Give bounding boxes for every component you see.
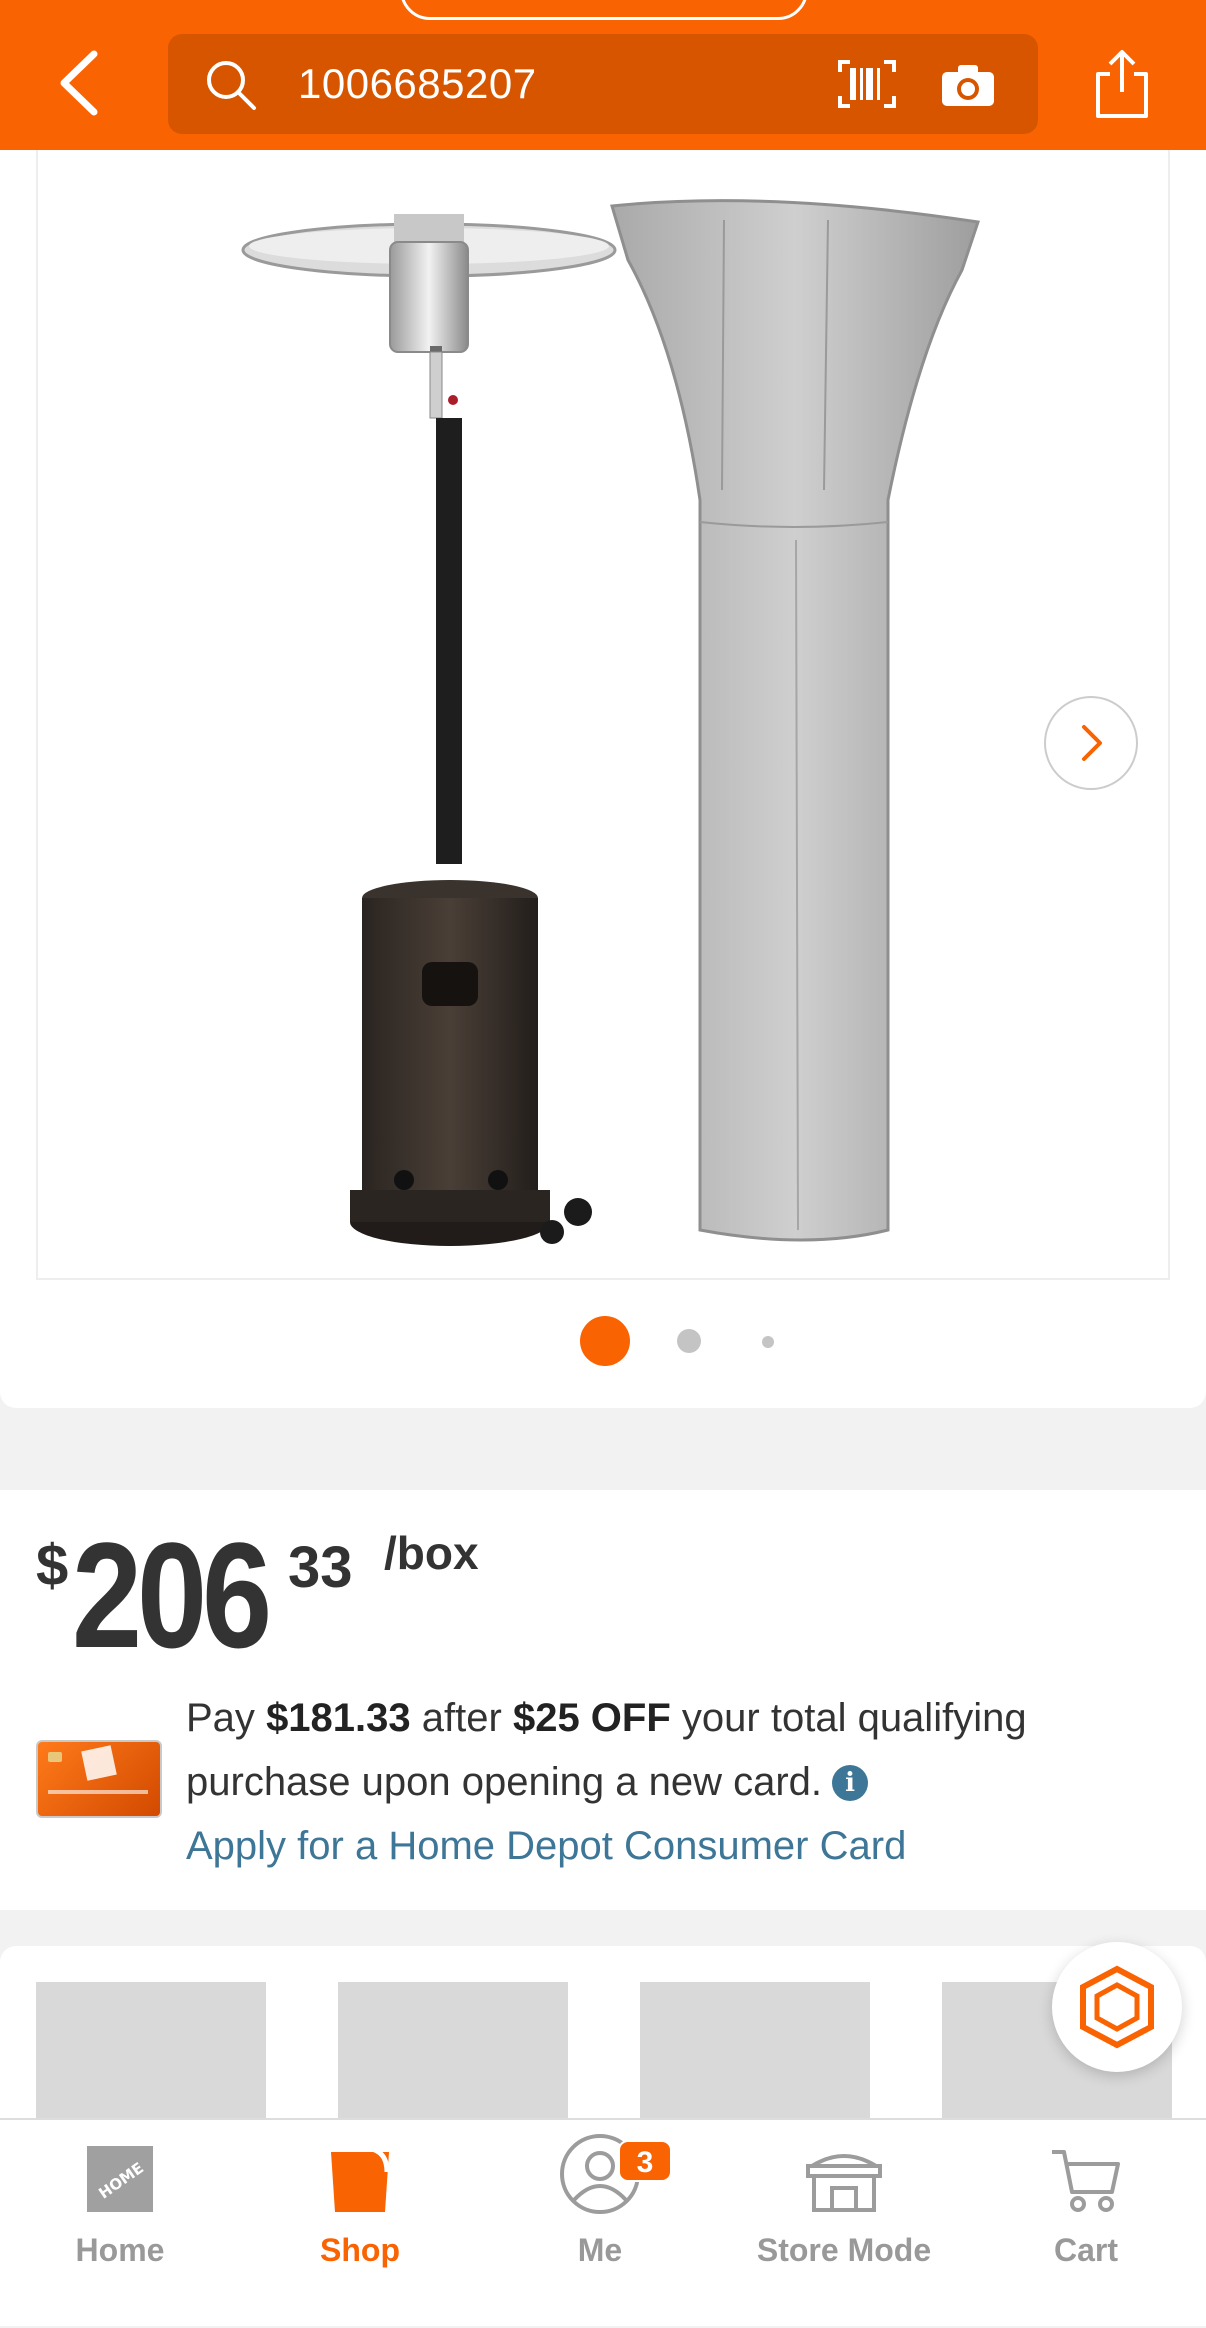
- search-bar[interactable]: 1006685207: [168, 34, 1038, 134]
- tab-home[interactable]: HOME Home: [0, 2120, 240, 2328]
- price-dollars: 206: [72, 1511, 272, 1679]
- assistant-button[interactable]: [1052, 1942, 1182, 2072]
- store-icon: [806, 2154, 882, 2212]
- promo-discount: $25 OFF: [512, 1696, 671, 1740]
- next-image-button[interactable]: [1044, 696, 1138, 790]
- chevron-right-icon: [1082, 725, 1102, 761]
- tab-store-mode[interactable]: Store Mode: [724, 2120, 964, 2328]
- tab-shop[interactable]: Shop: [240, 2120, 480, 2328]
- price-currency: $: [36, 1533, 69, 1598]
- tab-label-store-mode: Store Mode: [756, 2232, 932, 2268]
- product-image[interactable]: [36, 150, 1170, 1280]
- search-input[interactable]: 1006685207: [298, 60, 537, 108]
- hexagon-assistant-icon: [1080, 1965, 1154, 2049]
- tab-me[interactable]: 3 Me: [480, 2120, 720, 2328]
- promo-text: Pay $181.33 after $25 OFF your total qua…: [186, 1686, 1166, 1878]
- price-section: $ 206 33 /box Pay $181.33 after $25 OFF …: [0, 1490, 1206, 1910]
- patio-heater-with-cover-image: [241, 199, 980, 1246]
- apply-card-link[interactable]: Apply for a Home Depot Consumer Card: [186, 1824, 906, 1868]
- back-button[interactable]: [48, 48, 108, 118]
- promo-pay-label: Pay: [186, 1696, 255, 1740]
- back-icon: [60, 50, 98, 116]
- shop-bucket-icon: [331, 2145, 390, 2212]
- pagination-dot[interactable]: [677, 1329, 701, 1353]
- related-products-carousel[interactable]: [0, 1946, 1206, 2152]
- tab-cart[interactable]: Cart: [966, 2120, 1206, 2328]
- share-button[interactable]: [1092, 48, 1152, 120]
- price-cents: 33: [288, 1535, 353, 1600]
- notification-badge: 3: [618, 2140, 672, 2182]
- home-depot-card-icon: [48, 1745, 148, 1794]
- top-app-bar: 1006685207: [0, 0, 1206, 150]
- tab-label-cart: Cart: [1053, 2232, 1118, 2268]
- tab-label-home: Home: [75, 2232, 165, 2268]
- price-unit: /box: [384, 1527, 479, 1579]
- pagination-dot[interactable]: [762, 1336, 774, 1348]
- tab-label-shop: Shop: [320, 2232, 400, 2268]
- promo-discounted-price: $181.33: [266, 1696, 411, 1740]
- info-icon[interactable]: i: [832, 1765, 869, 1801]
- cart-icon: [1052, 2150, 1120, 2212]
- dynamic-island-outline: [400, 0, 808, 20]
- product-image-gallery[interactable]: [0, 150, 1206, 1408]
- home-depot-logo-icon: HOME: [87, 2146, 153, 2212]
- credit-card-image: [36, 1740, 162, 1818]
- promo-after-label: after: [421, 1696, 502, 1740]
- barcode-scan-icon[interactable]: [836, 58, 898, 110]
- share-icon: [1096, 50, 1148, 118]
- gallery-pagination: [0, 1316, 1206, 1366]
- pagination-dot-active[interactable]: [580, 1316, 630, 1366]
- tab-label-me: Me: [577, 2232, 623, 2268]
- camera-icon[interactable]: [940, 62, 996, 108]
- bottom-tab-bar: HOME Home Shop 3 Me Store Mode Cart: [0, 2118, 1206, 2326]
- search-icon: [207, 61, 256, 110]
